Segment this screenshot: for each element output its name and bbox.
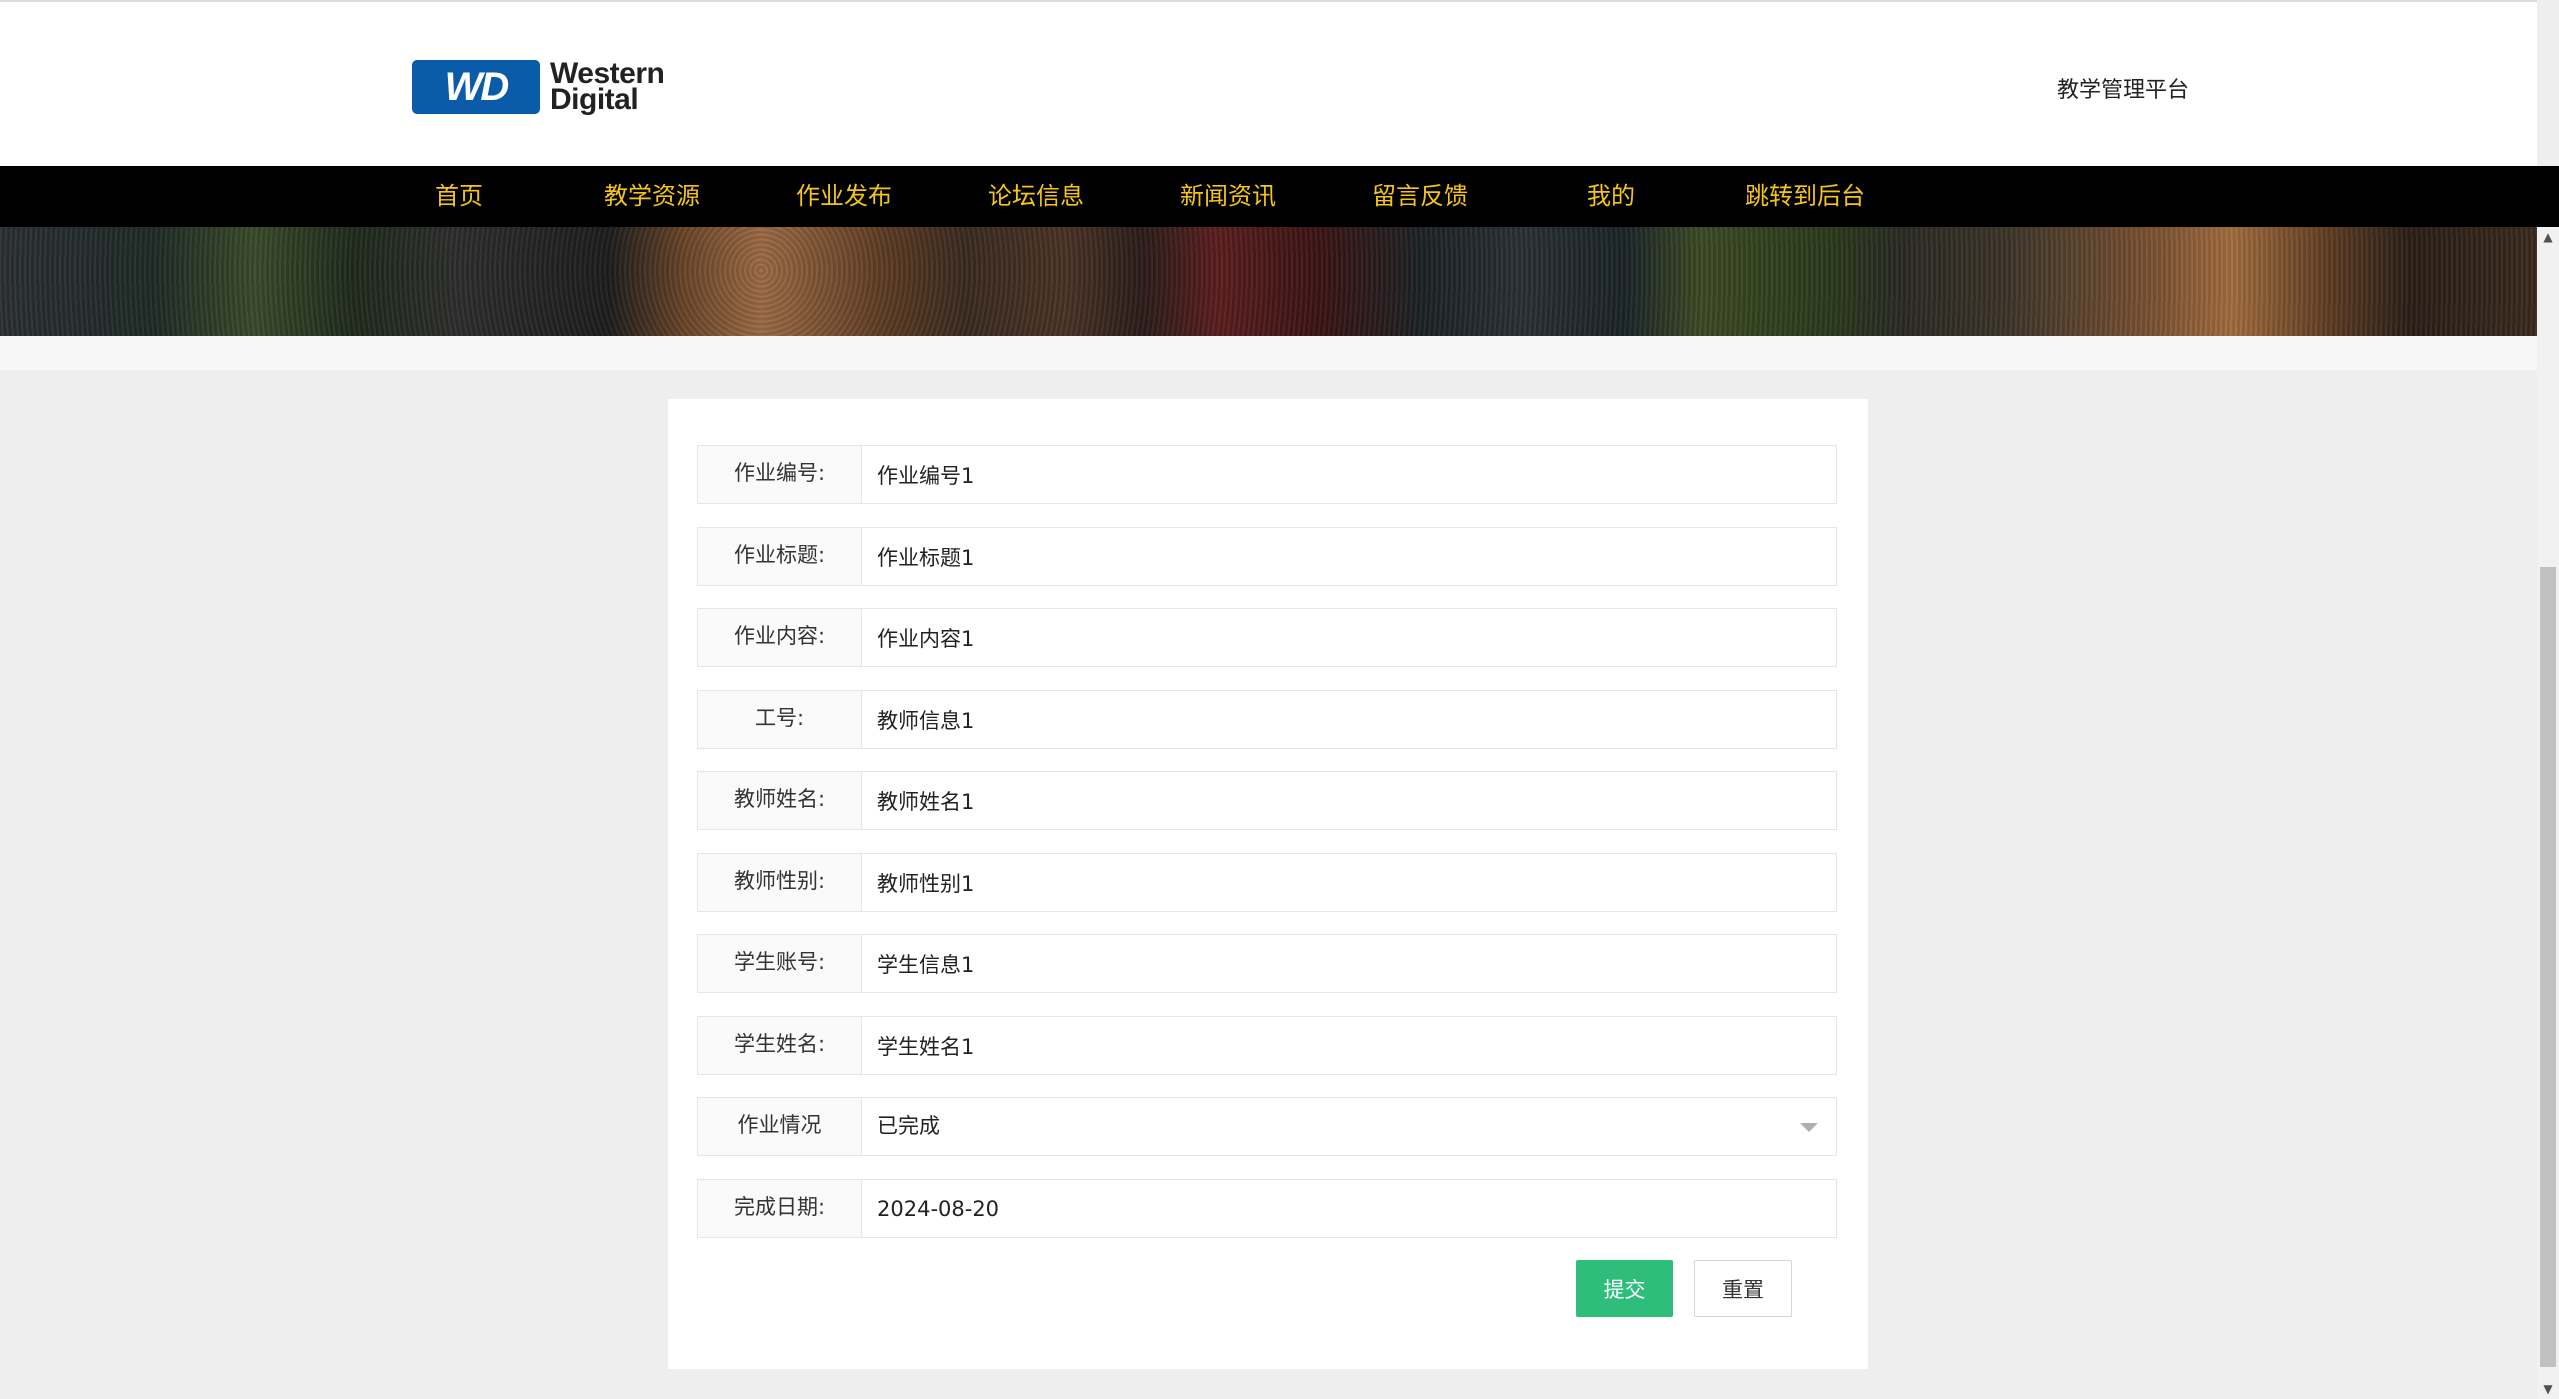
- nav-item-home[interactable]: 首页: [435, 166, 483, 227]
- logo-badge: WD: [412, 60, 540, 114]
- nav-item-teaching-resources[interactable]: 教学资源: [604, 166, 700, 227]
- form-row-teacher-gender: 教师性别:: [697, 853, 1837, 912]
- nav-item-homework-publish[interactable]: 作业发布: [796, 166, 892, 227]
- nav-item-feedback[interactable]: 留言反馈: [1372, 166, 1468, 227]
- homework-status-select[interactable]: 已完成: [862, 1098, 1836, 1155]
- logo-line-2: Digital: [550, 83, 639, 116]
- scroll-down-arrow-icon[interactable]: ▼: [2537, 1379, 2559, 1399]
- homework-title-field[interactable]: [862, 528, 1836, 585]
- form-row-teacher-name: 教师姓名:: [697, 771, 1837, 830]
- form-row-student-name: 学生姓名:: [697, 1016, 1837, 1075]
- submit-button[interactable]: 提交: [1576, 1260, 1673, 1317]
- student-name-field[interactable]: [862, 1017, 1836, 1074]
- chevron-down-icon: [1800, 1123, 1818, 1132]
- leather-banner: [0, 227, 2537, 336]
- scroll-thumb[interactable]: [2540, 567, 2556, 1367]
- teacher-name-field[interactable]: [862, 772, 1836, 829]
- field-label: 作业内容:: [698, 609, 862, 666]
- homework-id-field[interactable]: [862, 446, 1836, 503]
- teacher-id-field[interactable]: [862, 691, 1836, 748]
- teacher-gender-field[interactable]: [862, 854, 1836, 911]
- form-row-homework-id: 作业编号:: [697, 445, 1837, 504]
- scroll-up-arrow-icon[interactable]: ▲: [2537, 227, 2559, 247]
- form-row-homework-content: 作业内容:: [697, 608, 1837, 667]
- nav-item-mine[interactable]: 我的: [1587, 166, 1635, 227]
- nav-item-news[interactable]: 新闻资讯: [1180, 166, 1276, 227]
- form-row-completion-date: 完成日期:: [697, 1179, 1837, 1238]
- field-label: 学生姓名:: [698, 1017, 862, 1074]
- field-label: 完成日期:: [698, 1180, 862, 1237]
- field-label: 学生账号:: [698, 935, 862, 992]
- form-row-homework-status: 作业情况 已完成: [697, 1097, 1837, 1156]
- field-label: 作业编号:: [698, 446, 862, 503]
- field-label: 工号:: [698, 691, 862, 748]
- form-row-student-account: 学生账号:: [697, 934, 1837, 993]
- homework-content-field[interactable]: [862, 609, 1836, 666]
- field-label: 教师性别:: [698, 854, 862, 911]
- status-selected-value: 已完成: [877, 1114, 940, 1138]
- platform-title: 教学管理平台: [2057, 78, 2190, 103]
- field-label: 作业情况: [698, 1098, 862, 1155]
- page-scrollbar[interactable]: ▲ ▼: [2537, 227, 2559, 1399]
- field-label: 教师姓名:: [698, 772, 862, 829]
- nav-item-admin[interactable]: 跳转到后台: [1745, 166, 1865, 227]
- logo-wordmark: Western Digital: [550, 59, 665, 116]
- site-header: WD Western Digital 教学管理平台: [0, 0, 2537, 166]
- western-digital-logo[interactable]: WD Western Digital: [412, 59, 665, 116]
- student-account-field[interactable]: [862, 935, 1836, 992]
- banner-strip: [0, 336, 2537, 370]
- field-label: 作业标题:: [698, 528, 862, 585]
- completion-date-field[interactable]: [862, 1180, 1836, 1237]
- reset-button[interactable]: 重置: [1694, 1260, 1792, 1317]
- homework-form-card: 作业编号: 作业标题: 作业内容: 工号: 教师姓名: 教师性别: 学生账号: …: [668, 399, 1868, 1369]
- main-nav: 首页 教学资源 作业发布 论坛信息 新闻资讯 留言反馈 我的 跳转到后台: [0, 166, 2559, 227]
- nav-item-forum[interactable]: 论坛信息: [988, 166, 1084, 227]
- form-row-homework-title: 作业标题:: [697, 527, 1837, 586]
- form-row-teacher-id: 工号:: [697, 690, 1837, 749]
